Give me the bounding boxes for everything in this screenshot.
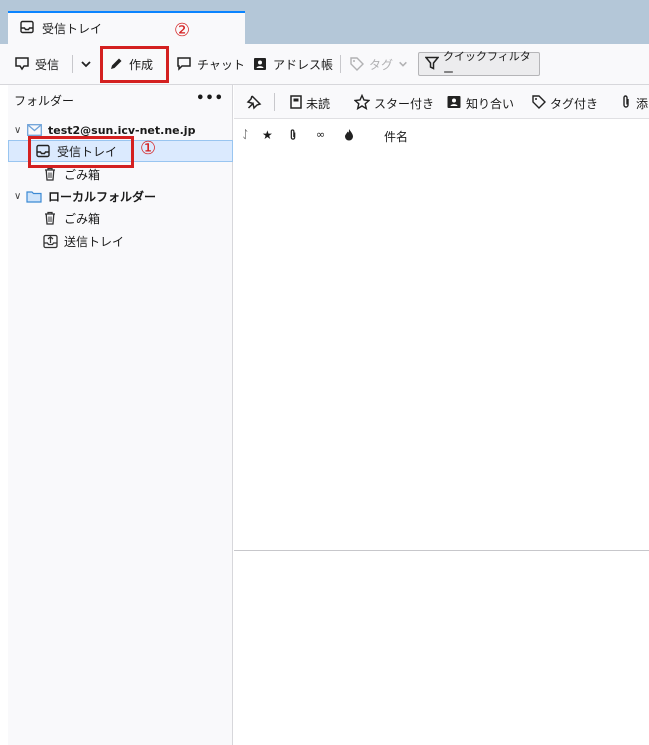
attachment-column-icon[interactable] — [288, 128, 298, 145]
paperclip-icon — [620, 94, 632, 113]
tab-label: 受信トレイ — [42, 22, 103, 36]
folder-pane-menu-button[interactable]: ••• — [196, 91, 224, 106]
junk-status-column-icon[interactable] — [344, 128, 354, 144]
starred-filter-button[interactable]: スター付き — [353, 93, 435, 113]
tagged-filter-button[interactable]: タグ付き — [532, 93, 598, 113]
account-name: test2@sun.icv-net.ne.jp — [48, 123, 196, 137]
address-book-button[interactable]: アドレス帳 — [252, 52, 333, 76]
unread-icon — [290, 94, 302, 112]
filter-divider — [274, 93, 275, 111]
read-status-column-icon[interactable]: ∞ — [316, 128, 325, 141]
local-folders-row[interactable]: ∨ ローカルフォルダー — [8, 185, 233, 207]
chat-icon — [176, 56, 192, 72]
tab-bar: 受信トレイ — [0, 0, 649, 44]
thread-column-icon[interactable]: ᛇ — [242, 128, 249, 141]
folder-pane-title: フォルダー — [14, 93, 75, 108]
unread-filter-label: 未読 — [306, 96, 331, 111]
tagged-filter-label: タグ付き — [550, 96, 599, 111]
get-messages-dropdown[interactable] — [80, 52, 92, 76]
subject-column-header[interactable]: 件名 — [384, 128, 408, 145]
folder-pane: フォルダー ••• ∨ test2@sun.icv-net.ne.jp 受信トレ… — [8, 85, 233, 745]
annotation-box-inbox — [28, 136, 134, 168]
message-list-header: ᛇ ★ ∞ 件名 — [234, 124, 649, 150]
inbox-icon — [20, 20, 34, 37]
pin-icon — [246, 94, 262, 113]
starred-filter-label: スター付き — [374, 96, 435, 111]
annotation-number-two: ② — [174, 20, 191, 41]
unread-filter-button[interactable]: 未読 — [290, 93, 330, 113]
star-column-icon[interactable]: ★ — [262, 128, 273, 142]
folder-icon — [26, 188, 42, 204]
attachment-filter-button[interactable]: 添 — [620, 93, 648, 113]
quick-filter-bar: 未読 スター付き 知り合い タグ付き 添 — [234, 85, 649, 119]
annotation-box-write — [100, 46, 169, 83]
quick-filter-button[interactable]: クイックフィルター — [418, 50, 540, 79]
folder-item-outbox[interactable]: 送信トレイ — [8, 230, 233, 252]
tag-label: タグ — [369, 57, 394, 72]
chevron-down-icon — [398, 59, 408, 69]
get-messages-button[interactable]: 受信 — [14, 52, 59, 76]
address-book-icon — [252, 56, 268, 72]
trash-icon — [42, 166, 58, 182]
quick-filter-label: クイックフィルター — [443, 50, 531, 79]
folder-item-local-trash[interactable]: ごみ箱 — [8, 207, 233, 229]
star-outline-icon — [353, 93, 371, 113]
toolbar-divider — [72, 55, 73, 73]
contact-card-icon — [446, 94, 462, 113]
message-preview-pane — [234, 551, 649, 745]
main-toolbar: 受信 作成 チャット アドレス帳 タグ クイックフィルター — [0, 44, 649, 85]
address-book-label: アドレス帳 — [273, 57, 334, 72]
tag-button[interactable]: タグ — [350, 52, 408, 76]
download-icon — [14, 56, 30, 72]
tag-icon — [532, 94, 546, 112]
chevron-down-icon — [80, 58, 92, 70]
folder-label: 送信トレイ — [64, 234, 125, 249]
local-folders-label: ローカルフォルダー — [48, 189, 157, 204]
message-list[interactable] — [234, 150, 649, 550]
toolbar-divider — [340, 55, 341, 73]
contact-filter-button[interactable]: 知り合い — [446, 93, 514, 113]
sticky-filter-button[interactable] — [246, 93, 262, 113]
tab-inbox[interactable]: 受信トレイ — [8, 11, 245, 44]
tag-icon — [350, 57, 364, 71]
annotation-number-one: ① — [140, 138, 157, 159]
chevron-down-icon: ∨ — [14, 124, 22, 136]
folder-label: ごみ箱 — [64, 167, 101, 182]
outbox-icon — [42, 233, 58, 249]
filter-icon — [424, 56, 440, 73]
get-messages-label: 受信 — [35, 57, 60, 72]
chat-button[interactable]: チャット — [176, 52, 245, 76]
attachment-filter-label: 添 — [636, 96, 649, 111]
chevron-down-icon: ∨ — [14, 190, 22, 202]
contact-filter-label: 知り合い — [466, 96, 515, 111]
chat-label: チャット — [197, 57, 245, 72]
folder-label: ごみ箱 — [64, 211, 101, 226]
trash-icon — [42, 210, 58, 226]
